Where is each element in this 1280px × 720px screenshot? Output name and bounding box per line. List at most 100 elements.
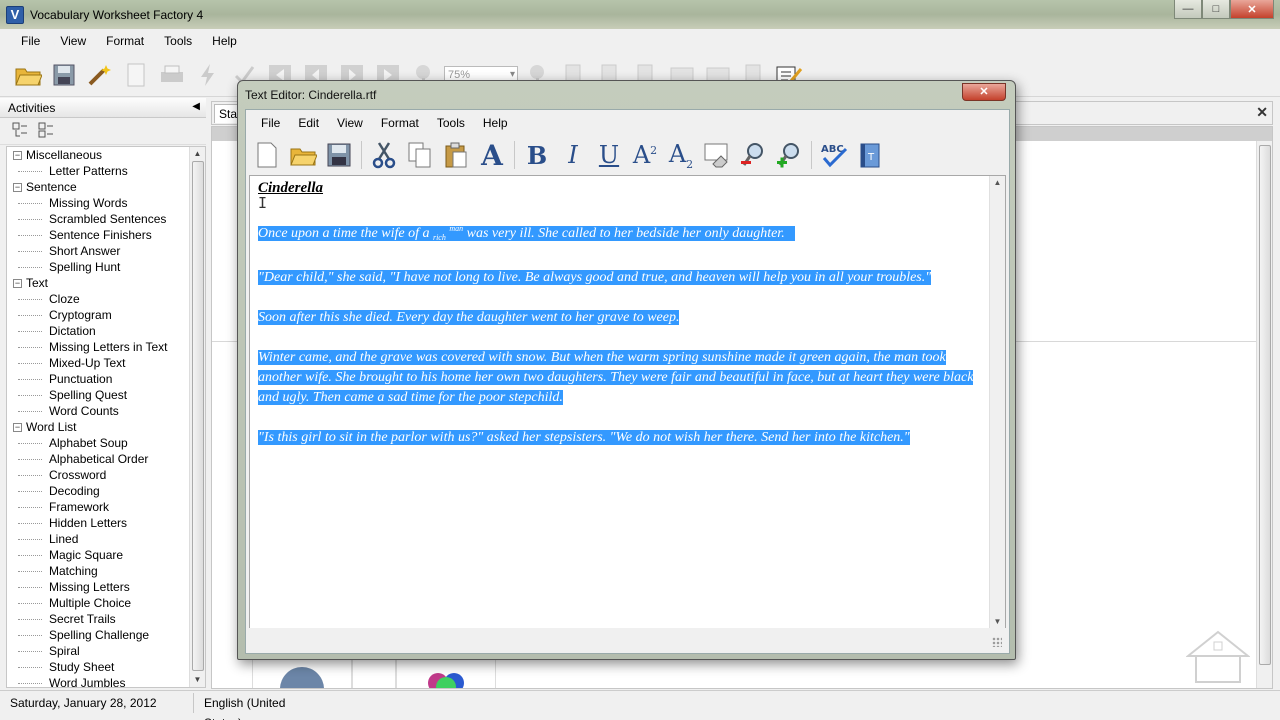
tree-item[interactable]: Sentence Finishers bbox=[7, 227, 205, 243]
tree-item[interactable]: Letter Patterns bbox=[7, 163, 205, 179]
cut-icon[interactable] bbox=[367, 138, 401, 172]
bold-icon[interactable]: B bbox=[520, 138, 554, 172]
expand-all-icon[interactable] bbox=[12, 122, 28, 141]
menu-help[interactable]: Help bbox=[202, 29, 247, 53]
scroll-thumb[interactable] bbox=[1259, 145, 1271, 665]
tree-item[interactable]: Missing Letters bbox=[7, 579, 205, 595]
document-text: Cinderella Once upon a time the wife of … bbox=[258, 178, 984, 468]
editor-menu-tools[interactable]: Tools bbox=[428, 111, 474, 135]
tree-item[interactable]: Lined bbox=[7, 531, 205, 547]
copy-icon[interactable] bbox=[403, 138, 437, 172]
subscript-icon[interactable]: A2 bbox=[664, 138, 698, 172]
minimize-button[interactable]: — bbox=[1174, 0, 1202, 19]
tree-item[interactable]: Spelling Quest bbox=[7, 387, 205, 403]
close-button[interactable]: ✕ bbox=[1230, 0, 1274, 19]
underline-icon[interactable]: U bbox=[592, 138, 626, 172]
editor-menu-file[interactable]: File bbox=[252, 111, 289, 135]
collapse-toggle-icon[interactable]: − bbox=[13, 278, 22, 288]
scroll-down-icon[interactable]: ▼ bbox=[990, 617, 1005, 626]
tree-item[interactable]: Multiple Choice bbox=[7, 595, 205, 611]
tree-item[interactable]: Alphabetical Order bbox=[7, 451, 205, 467]
thesaurus-icon[interactable]: T bbox=[853, 138, 887, 172]
tree-item[interactable]: Missing Letters in Text bbox=[7, 339, 205, 355]
resize-grip-icon[interactable] bbox=[992, 637, 1002, 647]
tree-item[interactable]: Word Counts bbox=[7, 403, 205, 419]
tree-scrollbar[interactable]: ▲ ▼ bbox=[189, 147, 205, 687]
maximize-button[interactable]: □ bbox=[1202, 0, 1230, 19]
tree-category-word-list[interactable]: − Word List bbox=[7, 419, 205, 435]
collapse-toggle-icon[interactable]: − bbox=[13, 150, 22, 160]
tree-item[interactable]: Word Jumbles bbox=[7, 675, 205, 687]
tree-item[interactable]: Crossword bbox=[7, 467, 205, 483]
schoolhouse-icon bbox=[1186, 630, 1250, 683]
status-bar: Saturday, January 28, 2012 English (Unit… bbox=[0, 690, 1280, 720]
tree-item[interactable]: Mixed-Up Text bbox=[7, 355, 205, 371]
scroll-thumb[interactable] bbox=[192, 161, 204, 671]
italic-icon[interactable]: I bbox=[556, 138, 590, 172]
scroll-up-icon[interactable]: ▲ bbox=[190, 147, 205, 161]
editor-menu-edit[interactable]: Edit bbox=[289, 111, 328, 135]
editor-close-button[interactable]: ✕ bbox=[962, 83, 1006, 101]
tree-item[interactable]: Cryptogram bbox=[7, 307, 205, 323]
collapse-toggle-icon[interactable]: − bbox=[13, 182, 22, 192]
tree-item[interactable]: Scrambled Sentences bbox=[7, 211, 205, 227]
scroll-down-icon[interactable]: ▼ bbox=[190, 673, 205, 687]
save-icon[interactable] bbox=[48, 59, 80, 91]
page-icon[interactable] bbox=[120, 59, 152, 91]
editor-title: Text Editor: Cinderella.rtf bbox=[245, 88, 377, 102]
clear-format-icon[interactable] bbox=[700, 138, 734, 172]
lightning-icon[interactable] bbox=[192, 59, 224, 91]
editor-menu-help[interactable]: Help bbox=[474, 111, 517, 135]
menu-tools[interactable]: Tools bbox=[154, 29, 202, 53]
editor-scrollbar[interactable]: ▲ ▼ bbox=[989, 176, 1005, 628]
thumbnail[interactable] bbox=[352, 657, 396, 688]
thumbnail-row bbox=[252, 657, 496, 688]
magic-wand-icon[interactable] bbox=[84, 59, 116, 91]
document-scrollbar[interactable] bbox=[1256, 141, 1272, 688]
tree-item[interactable]: Dictation bbox=[7, 323, 205, 339]
editor-menu-format[interactable]: Format bbox=[372, 111, 428, 135]
editor-text-area[interactable]: Cinderella Once upon a time the wife of … bbox=[249, 175, 1006, 629]
tree-item[interactable]: Short Answer bbox=[7, 243, 205, 259]
thumbnail[interactable] bbox=[396, 657, 496, 688]
tree-item[interactable]: Study Sheet bbox=[7, 659, 205, 675]
tree-item[interactable]: Missing Words bbox=[7, 195, 205, 211]
tree-item[interactable]: Spelling Challenge bbox=[7, 627, 205, 643]
tree-category-miscellaneous[interactable]: − Miscellaneous bbox=[7, 147, 205, 163]
tree-item[interactable]: Alphabet Soup bbox=[7, 435, 205, 451]
tree-item[interactable]: Punctuation bbox=[7, 371, 205, 387]
new-document-icon[interactable] bbox=[250, 138, 284, 172]
tree-item[interactable]: Decoding bbox=[7, 483, 205, 499]
tree-item[interactable]: Framework bbox=[7, 499, 205, 515]
menu-view[interactable]: View bbox=[50, 29, 96, 53]
tree-item[interactable]: Secret Trails bbox=[7, 611, 205, 627]
thumbnail[interactable] bbox=[252, 657, 352, 688]
close-tab-icon[interactable]: ✕ bbox=[1256, 104, 1268, 121]
open-folder-icon[interactable] bbox=[286, 138, 320, 172]
spell-check-icon[interactable]: ABC bbox=[817, 138, 851, 172]
zoom-out-icon[interactable] bbox=[736, 138, 770, 172]
paste-icon[interactable] bbox=[439, 138, 473, 172]
tree-item[interactable]: Hidden Letters bbox=[7, 515, 205, 531]
tree-category-sentence[interactable]: − Sentence bbox=[7, 179, 205, 195]
zoom-in-icon[interactable] bbox=[772, 138, 806, 172]
print-icon[interactable] bbox=[156, 59, 188, 91]
tree-item[interactable]: Spelling Hunt bbox=[7, 259, 205, 275]
menu-file[interactable]: File bbox=[0, 29, 50, 53]
collapse-panel-icon[interactable]: ◀ bbox=[192, 101, 200, 112]
tree-item[interactable]: Matching bbox=[7, 563, 205, 579]
open-folder-icon[interactable] bbox=[12, 59, 44, 91]
tree-item[interactable]: Magic Square bbox=[7, 547, 205, 563]
collapse-toggle-icon[interactable]: − bbox=[13, 422, 22, 432]
tree-item[interactable]: Spiral bbox=[7, 643, 205, 659]
scroll-up-icon[interactable]: ▲ bbox=[990, 178, 1005, 187]
superscript-icon[interactable]: A2 bbox=[628, 138, 662, 172]
collapse-all-icon[interactable] bbox=[38, 122, 54, 141]
menu-format[interactable]: Format bbox=[96, 29, 154, 53]
editor-menu-view[interactable]: View bbox=[328, 111, 372, 135]
font-icon[interactable]: A bbox=[475, 138, 509, 172]
editor-status-bar bbox=[249, 628, 1006, 650]
tree-item[interactable]: Cloze bbox=[7, 291, 205, 307]
tree-category-text[interactable]: − Text bbox=[7, 275, 205, 291]
save-icon[interactable] bbox=[322, 138, 356, 172]
